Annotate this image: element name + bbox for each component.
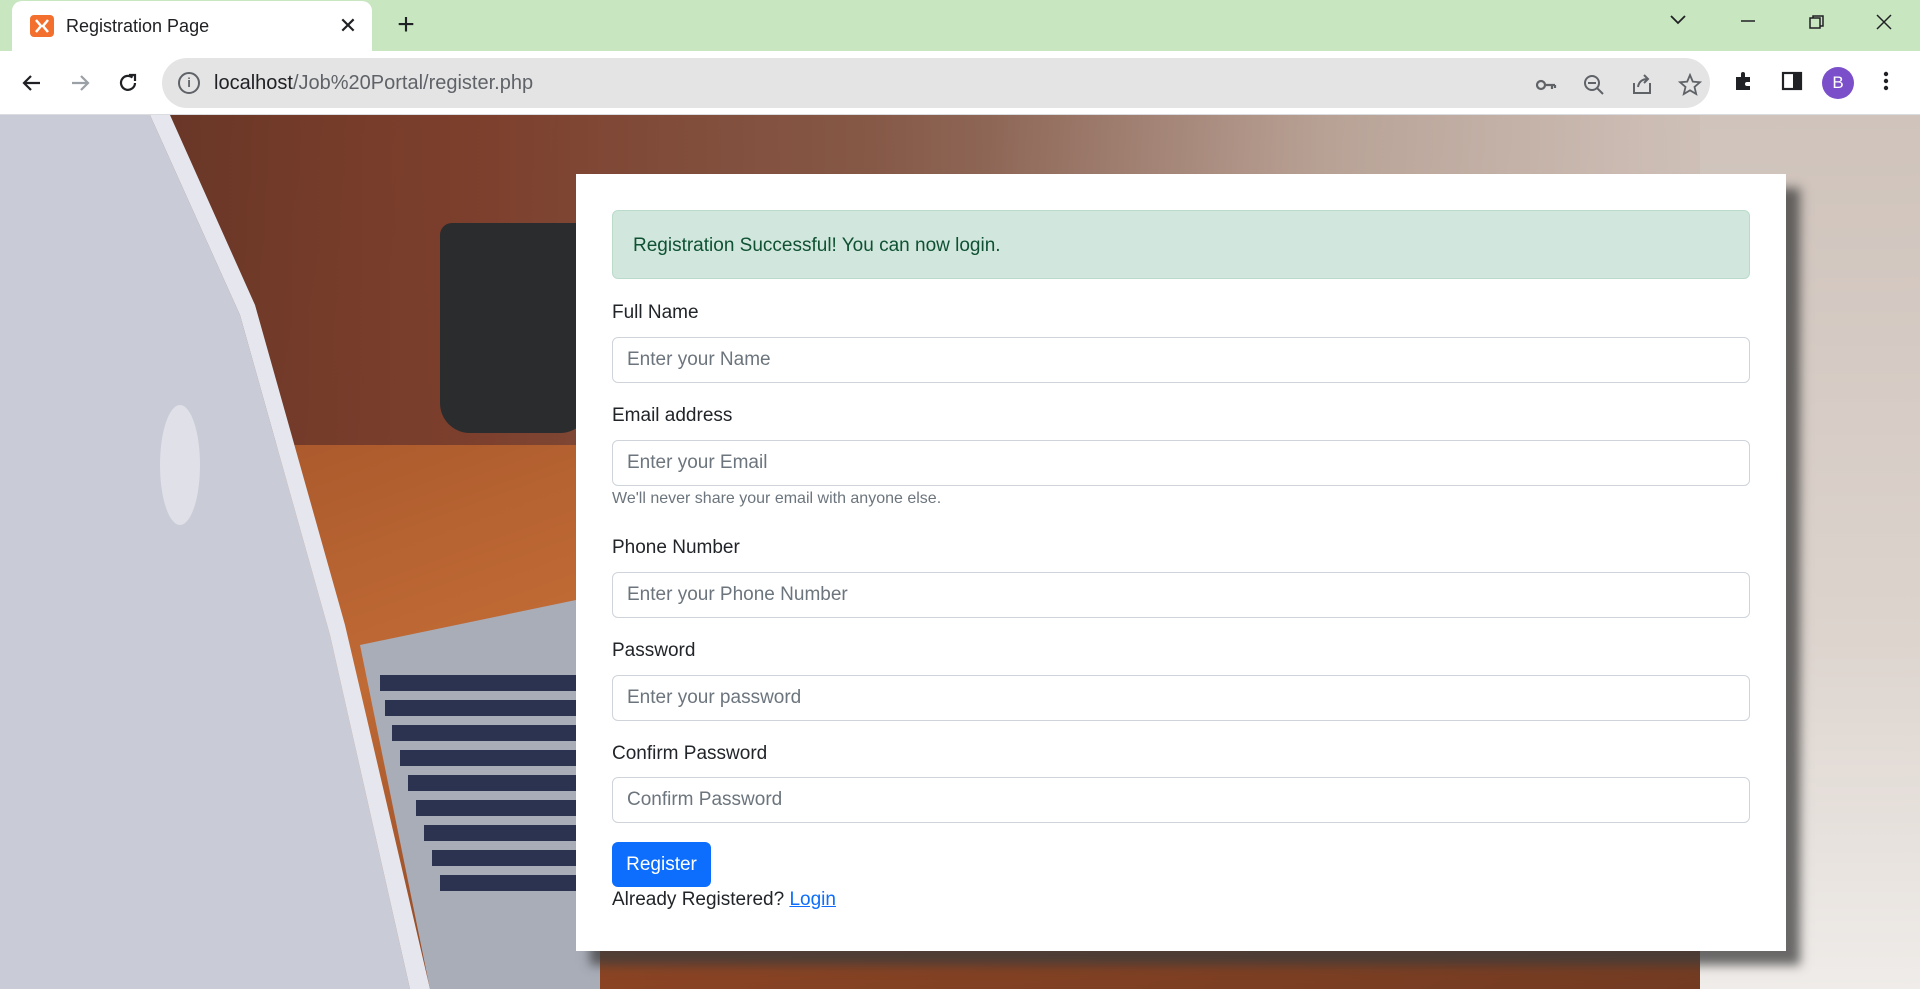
page-viewport: Registration Successful! You can now log… [0,115,1920,989]
email-label: Email address [612,405,733,426]
register-button[interactable]: Register [612,842,711,887]
xampp-favicon-icon [30,15,54,37]
tab-strip: Registration Page ✕ + [0,0,1920,51]
already-registered-line: Already Registered? Login [612,889,836,911]
background-laptop [0,115,600,989]
registration-card: Registration Successful! You can now log… [576,174,1786,951]
login-link[interactable]: Login [789,889,836,910]
extensions-icon[interactable] [1728,69,1760,101]
reload-icon[interactable] [110,65,146,101]
email-input[interactable] [612,440,1750,486]
menu-kebab-icon[interactable] [1870,69,1902,101]
share-icon[interactable] [1628,70,1656,98]
minimize-icon[interactable] [1728,8,1768,38]
success-alert: Registration Successful! You can now log… [612,210,1750,279]
password-input[interactable] [612,675,1750,721]
new-tab-icon[interactable]: + [390,10,422,42]
tab-close-icon[interactable]: ✕ [334,12,362,40]
profile-avatar[interactable]: B [1822,67,1854,99]
bookmark-star-icon[interactable] [1676,70,1704,98]
confirm-password-input[interactable] [612,777,1750,823]
close-window-icon[interactable] [1864,8,1904,38]
phone-label: Phone Number [612,537,740,558]
password-label: Password [612,640,696,661]
url-text[interactable]: localhost/Job%20Portal/register.php [214,72,533,95]
address-bar[interactable]: i localhost/Job%20Portal/register.php [162,58,1710,108]
back-icon[interactable] [14,65,50,101]
full-name-label: Full Name [612,302,699,323]
full-name-input[interactable] [612,337,1750,383]
restore-icon[interactable] [1796,8,1836,38]
browser-toolbar: i localhost/Job%20Portal/register.php B [0,51,1920,115]
tab-title: Registration Page [66,16,210,36]
email-help-text: We'll never share your email with anyone… [612,490,942,507]
phone-input[interactable] [612,572,1750,618]
already-registered-text: Already Registered? [612,889,785,910]
confirm-password-label: Confirm Password [612,743,768,764]
zoom-out-icon[interactable] [1580,70,1608,98]
key-icon[interactable] [1532,70,1560,98]
tab-search-chevron-icon[interactable] [1658,8,1698,38]
browser-tab[interactable]: Registration Page ✕ [12,1,372,51]
success-alert-message: Registration Successful! You can now log… [633,235,1001,256]
site-info-icon[interactable]: i [178,72,200,94]
side-panel-icon[interactable] [1776,69,1808,101]
forward-icon[interactable] [62,65,98,101]
